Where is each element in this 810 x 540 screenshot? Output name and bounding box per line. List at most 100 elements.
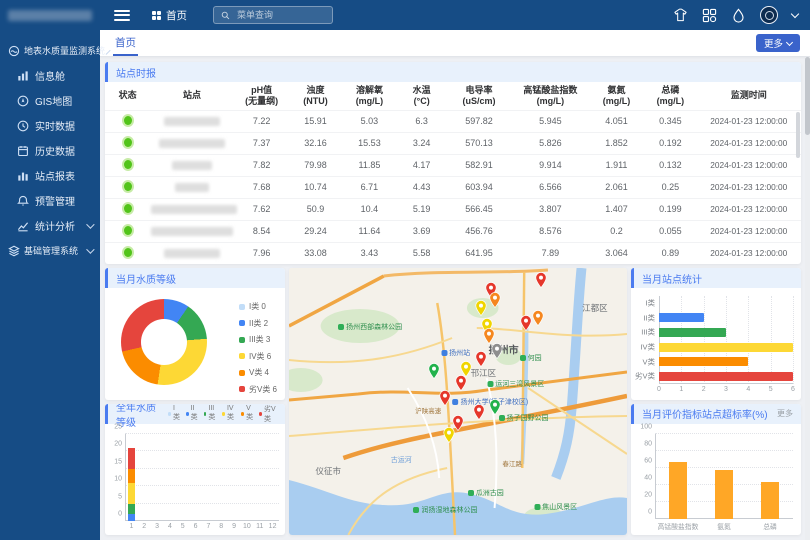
tab-home[interactable]: 首页	[113, 30, 138, 56]
legend-label: IV类	[227, 405, 236, 422]
sidebar-section-label: 地表水质量监测系统	[24, 44, 105, 57]
site-name-redacted	[172, 161, 212, 170]
gis-map[interactable]: 扬州市江都区邗江区仪征市扬州站何园运河三湾风景区扬州大学(扬子津校区)沪陕高速扬…	[289, 268, 627, 535]
x-tick-label: 2	[142, 521, 146, 530]
sidebar-item-5[interactable]: 预警管理	[0, 188, 100, 213]
x-axis	[659, 383, 793, 384]
map-marker-green[interactable]	[489, 399, 501, 415]
table-row[interactable]: 7.6250.910.45.19566.453.8071.4070.199202…	[105, 198, 801, 220]
status-dot-normal	[124, 182, 132, 191]
status-cell	[105, 198, 150, 220]
value-cell: 582.91	[446, 154, 512, 176]
legend-label: IV类 6	[249, 351, 271, 362]
map-marker-red[interactable]	[439, 390, 451, 406]
water-system-icon	[8, 45, 20, 57]
map-marker-orange[interactable]	[489, 292, 501, 308]
value-cell: 3.064	[589, 242, 645, 264]
table-row[interactable]: 7.6810.746.714.43603.946.5662.0610.25202…	[105, 176, 801, 198]
page-scrollbar-thumb[interactable]	[805, 57, 810, 135]
status-cell	[105, 176, 150, 198]
sidebar-section-0[interactable]: 地表水质量监测系统	[0, 38, 100, 63]
y-tick-label: 60	[644, 457, 655, 464]
donut-chart	[121, 299, 207, 385]
map-marker-yellow[interactable]	[443, 427, 455, 443]
column-header: 电导率(uS/cm)	[446, 82, 512, 110]
x-tick-label: 6	[791, 384, 795, 393]
page-scrollbar	[805, 57, 810, 540]
sidebar-item-0[interactable]: 信息舱	[0, 63, 100, 88]
column-header: 溶解氧(mg/L)	[342, 82, 398, 110]
table-row[interactable]: 7.2215.915.036.3597.825.9454.0510.345202…	[105, 110, 801, 132]
hamburger-menu-icon[interactable]	[114, 10, 130, 21]
more-button[interactable]: 更多	[756, 34, 800, 52]
table-row[interactable]: 8.5429.2411.643.69456.768.5760.20.055202…	[105, 220, 801, 242]
map-label: 运河三湾风景区	[487, 379, 544, 389]
table-scrollbar-thumb[interactable]	[796, 112, 800, 158]
value-cell: 0.25	[644, 176, 696, 198]
value-cell: 8.54	[234, 220, 290, 242]
map-marker-red[interactable]	[473, 404, 485, 420]
chevron-down-icon[interactable]	[791, 10, 799, 18]
y-tick-label: 10	[114, 476, 125, 483]
value-cell: 0.199	[644, 198, 696, 220]
sidebar-item-label: 预警管理	[35, 193, 75, 208]
drop-icon[interactable]	[731, 8, 746, 23]
sidebar-section-label: 基础管理系统	[24, 244, 78, 257]
donut-hole	[141, 319, 187, 365]
value-cell: 3.69	[397, 220, 446, 242]
gridline	[771, 296, 772, 384]
map-marker-red[interactable]	[475, 351, 487, 367]
value-cell: 7.37	[234, 132, 290, 154]
value-cell: 7.96	[234, 242, 290, 264]
shirt-icon[interactable]	[673, 8, 688, 23]
exceedance-rate-panel: 当月评价指标站点超标率(%) 更多 020406080100高锰酸盐指数氨氮总磷	[631, 404, 801, 536]
value-cell: 5.19	[397, 198, 446, 220]
sidebar-item-label: 统计分析	[35, 218, 75, 233]
map-marker-red[interactable]	[520, 315, 532, 331]
sidebar-item-3[interactable]: 历史数据	[0, 138, 100, 163]
value-cell: 4.17	[397, 154, 446, 176]
map-marker-orange[interactable]	[532, 310, 544, 326]
value-cell: 6.3	[397, 110, 446, 132]
x-tick-label: 7	[206, 521, 210, 530]
table-row[interactable]: 7.3732.1615.533.24570.135.8261.8520.1922…	[105, 132, 801, 154]
value-cell: 5.58	[397, 242, 446, 264]
sidebar-item-4[interactable]: 站点报表	[0, 163, 100, 188]
sidebar-section-1[interactable]: 基础管理系统	[0, 238, 100, 263]
map-marker-yellow[interactable]	[475, 300, 487, 316]
map-marker-green[interactable]	[428, 363, 440, 379]
table-row[interactable]: 7.9633.083.435.58641.957.893.0640.892024…	[105, 242, 801, 264]
grid-icon[interactable]	[702, 8, 717, 23]
value-cell: 8.576	[512, 220, 589, 242]
site-name-redacted	[151, 227, 233, 236]
avatar[interactable]	[760, 6, 778, 24]
map-marker-orange[interactable]	[483, 328, 495, 344]
app-root: 地表水质量监测系统信息舱GIS地图实时数据历史数据站点报表预警管理统计分析基础管…	[0, 0, 810, 540]
value-cell: 0.2	[589, 220, 645, 242]
status-dot-normal	[124, 248, 132, 257]
column-header: 高锰酸盐指数(mg/L)	[512, 82, 589, 110]
site-cell-redacted	[150, 198, 234, 220]
map-marker-red[interactable]	[455, 375, 467, 391]
search-input[interactable]	[235, 9, 325, 21]
sidebar-item-1[interactable]: GIS地图	[0, 88, 100, 113]
map-marker-red[interactable]	[535, 272, 547, 288]
value-cell: 5.03	[342, 110, 398, 132]
legend-item: V类	[241, 404, 254, 424]
x-category-label: 高锰酸盐指数	[658, 519, 699, 531]
sidebar-item-2[interactable]: 实时数据	[0, 113, 100, 138]
category-label: II类	[643, 312, 659, 323]
sidebar-item-6[interactable]: 统计分析	[0, 213, 100, 238]
legend-item: IV类	[222, 404, 236, 424]
map-marker-gray[interactable]	[491, 343, 503, 359]
panel-more-link[interactable]: 更多	[777, 408, 793, 419]
site-cell-redacted	[150, 154, 234, 176]
value-cell: 15.91	[289, 110, 341, 132]
gridline	[655, 433, 793, 434]
table-row[interactable]: 7.8279.9811.854.17582.919.9141.9110.1322…	[105, 154, 801, 176]
map-label: 春江路	[502, 458, 522, 468]
time-cell: 2024-01-23 12:00:00	[697, 242, 801, 264]
breadcrumb[interactable]: 首页	[152, 8, 187, 23]
legend-item: I类 0	[239, 301, 277, 312]
x-tick-label: 12	[269, 521, 277, 530]
